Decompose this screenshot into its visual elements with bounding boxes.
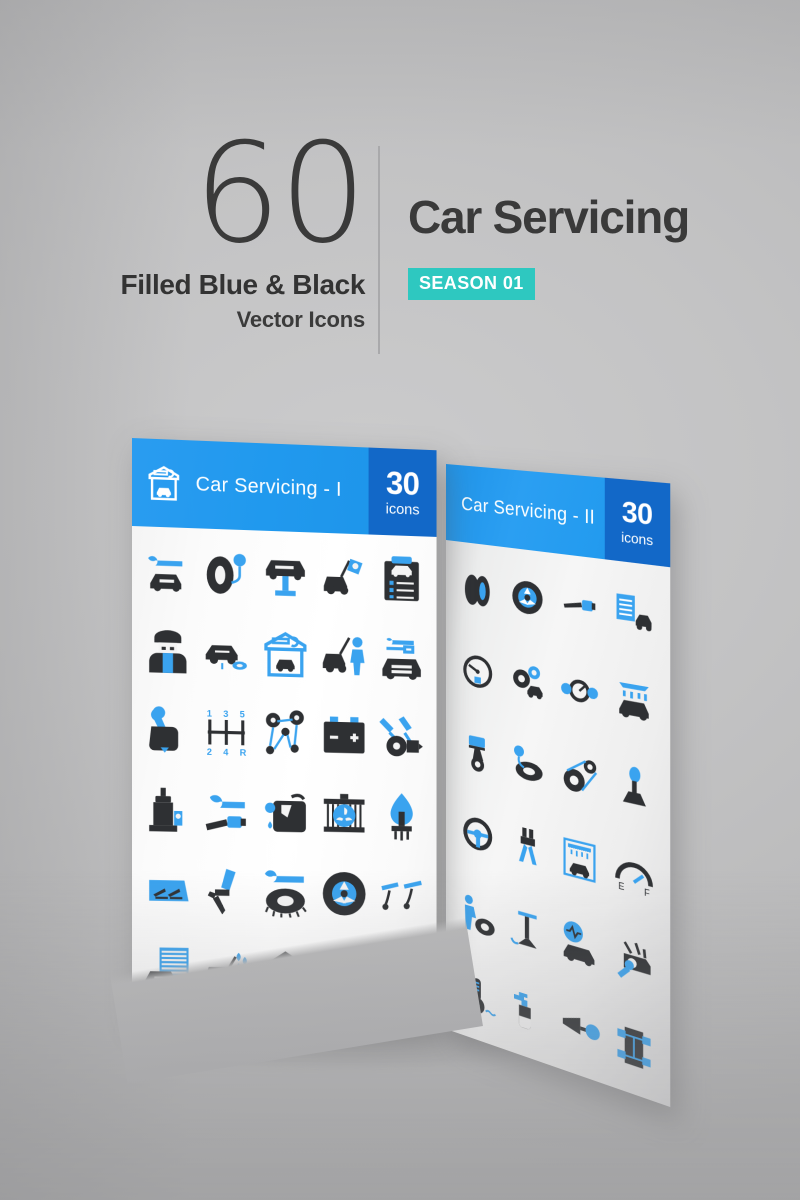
clipboard-checklist-icon — [373, 539, 431, 620]
car-overheating-icon — [197, 931, 256, 1011]
screwdriver-icon — [553, 559, 606, 652]
card-front-panel: Car Servicing - I 30 icons 1 3 5 2 4 R — [132, 438, 437, 1019]
timing-belt-icon — [256, 693, 315, 774]
spray-bottle-icon — [502, 963, 553, 1063]
oil-canister-icon — [315, 933, 373, 1013]
windshield-wiper-icon — [138, 850, 197, 931]
card-front-title: Car Servicing - I — [196, 473, 369, 502]
garage-car-icon — [256, 614, 315, 695]
car-battery-icon — [315, 695, 373, 776]
alloy-wheel-icon — [315, 854, 373, 934]
spray-gun-icon — [197, 851, 256, 932]
card-front-header: Car Servicing - I 30 icons — [132, 438, 437, 537]
wrench-screwdriver-icon — [197, 772, 256, 853]
car-open-hood-tag-icon — [315, 537, 373, 618]
car-diagnostics-icon — [553, 895, 606, 995]
garage-car-icon — [132, 463, 196, 503]
fuel-gauge-label-e: E — [618, 879, 625, 892]
card-back-count-panel: 30 icons — [605, 478, 670, 568]
piston-crankshaft-icon — [373, 697, 431, 777]
oil-can-icon — [256, 773, 315, 854]
gear-shifter-icon — [606, 738, 662, 837]
hydraulic-jack-icon — [138, 770, 197, 851]
tire-pressure-gauge-icon — [197, 532, 256, 614]
fuel-gauge-label-f: F — [644, 886, 650, 899]
tire-pressure-gauge-icon — [502, 717, 553, 811]
card-back-icon-grid: EF — [446, 540, 670, 1104]
tire-wrench-icon — [256, 852, 315, 932]
gear-label-1: 1 — [207, 708, 212, 718]
gear-label-r: R — [240, 748, 247, 758]
card-back-count-label: icons — [621, 529, 653, 547]
gear-label-5: 5 — [240, 709, 245, 719]
gear-label-3: 3 — [224, 709, 229, 719]
speedometer-icon — [373, 934, 431, 1014]
coolant-thermometer-icon — [453, 948, 502, 1045]
wiper-blades-icon — [373, 855, 431, 935]
gear-label-4: 4 — [224, 747, 230, 757]
card-front-count-label: icons — [386, 502, 420, 518]
off-road-tire-icon — [453, 547, 502, 635]
car-on-lift-icon — [256, 534, 315, 615]
horn-icon — [553, 979, 606, 1081]
card-back-title: Car Servicing - II — [446, 492, 605, 530]
chassis-suspension-icon — [606, 995, 662, 1100]
gear-shift-pattern-icon: 1 3 5 2 4 R — [197, 692, 256, 773]
mechanic-at-hood-icon — [315, 616, 373, 697]
belt-pulley-icon — [553, 727, 606, 823]
car-oil-leak-icon — [197, 612, 256, 693]
spark-plug-icon — [373, 776, 431, 856]
steering-wheel-icon — [453, 788, 502, 882]
gears-car-icon — [502, 635, 553, 727]
car-wash-booth-icon — [553, 811, 606, 909]
air-pump-icon — [502, 881, 553, 979]
piston-icon — [453, 707, 502, 799]
radiator-fan-icon — [315, 774, 373, 854]
timer-stopwatch-icon — [553, 643, 606, 738]
wrench-car-icon — [138, 530, 197, 612]
person-changing-tire-icon — [453, 868, 502, 963]
card-front-count-panel: 30 icons — [369, 448, 437, 537]
checklist-car-icon — [606, 566, 662, 661]
fuel-gauge-icon: EF — [606, 824, 662, 925]
hand-wrench-icon — [138, 690, 197, 771]
alloy-wheel-icon — [502, 553, 553, 643]
poster-canvas: 60 Filled Blue & Black Vector Icons Car … — [0, 0, 800, 1200]
card-back-count-number: 30 — [622, 497, 653, 529]
car-wash-shower-icon — [606, 652, 662, 749]
card-front-count-number: 30 — [386, 467, 419, 500]
car-garage-shutter-icon — [138, 930, 197, 1011]
gauge-dial-icon — [453, 627, 502, 717]
package-mockup: Car Servicing - II 30 icons E F Car Serv… — [0, 0, 800, 1200]
card-back-panel: Car Servicing - II 30 icons E F — [446, 464, 670, 1107]
gear-label-2: 2 — [207, 747, 212, 757]
pliers-icon — [502, 799, 553, 895]
garage-building-icon — [256, 932, 315, 1012]
card-front-icon-grid: 1 3 5 2 4 R — [132, 526, 437, 1014]
mechanic-worker-icon — [138, 610, 197, 692]
car-repair-tools-icon — [373, 618, 431, 699]
